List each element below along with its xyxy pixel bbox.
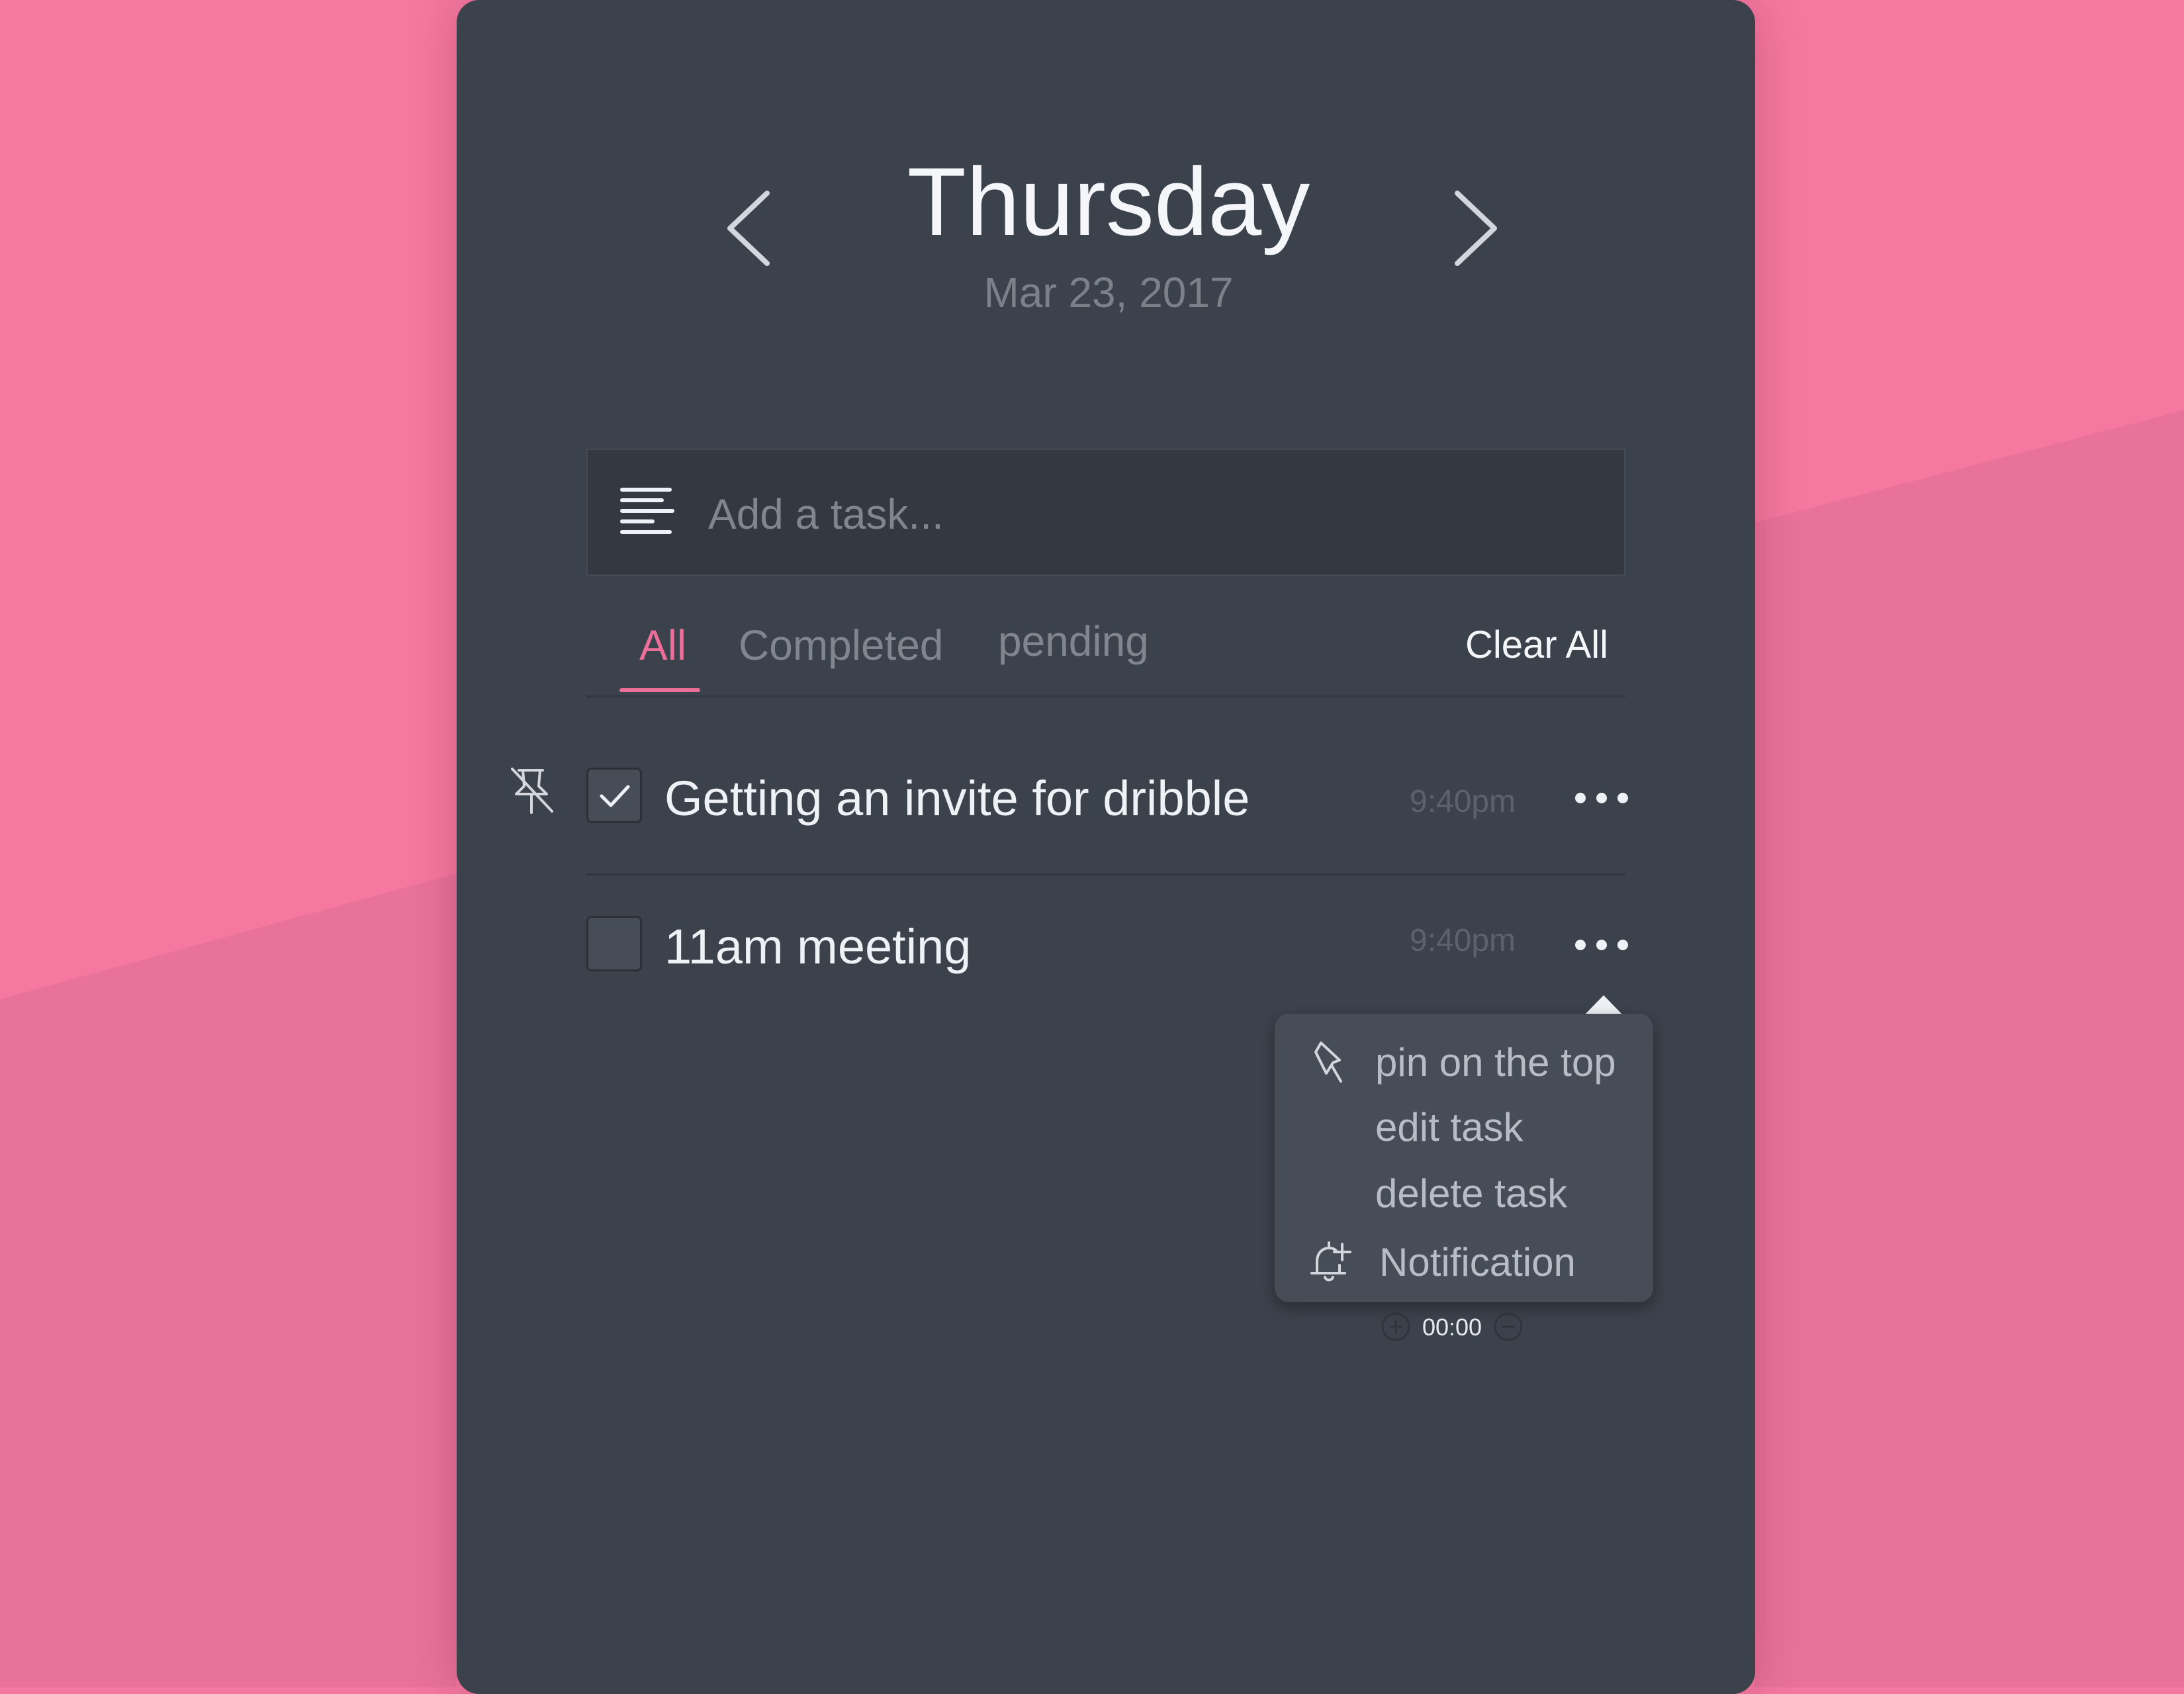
text-lines-icon [620, 488, 674, 534]
active-tab-indicator [619, 688, 700, 692]
day-title: Thursday [907, 148, 1310, 255]
menu-item-label: delete task [1375, 1171, 1568, 1216]
task-options-menu: pin on the top edit task delete task Not… [1275, 1014, 1653, 1302]
tab-all[interactable]: All [639, 615, 686, 675]
increase-time-button[interactable] [1381, 1312, 1411, 1342]
tab-pending[interactable]: pending [998, 611, 1149, 671]
notification-time-stepper: 00:00 [1381, 1308, 1659, 1347]
alarm-add-icon [1310, 1241, 1351, 1282]
menu-item-pin[interactable]: pin on the top [1275, 1030, 1653, 1093]
pushpin-icon [1314, 1042, 1342, 1083]
checkmark-icon [600, 785, 630, 807]
task-text: Getting an invite for dribble [664, 771, 1250, 826]
task-checkbox[interactable] [586, 916, 642, 971]
clear-all-button[interactable]: Clear All [1465, 615, 1608, 675]
task-divider [586, 873, 1625, 875]
decrease-time-button[interactable] [1493, 1312, 1524, 1342]
menu-item-edit[interactable]: edit task [1275, 1094, 1653, 1158]
more-dots-icon [1575, 793, 1628, 803]
task-time: 9:40pm [1410, 923, 1516, 958]
task-checkbox[interactable] [586, 768, 642, 823]
chevron-right-icon [1455, 191, 1497, 266]
add-task-input[interactable] [707, 476, 1590, 552]
unpin-icon[interactable] [510, 766, 556, 817]
next-day-button[interactable] [1443, 179, 1509, 278]
tabs-divider [586, 695, 1625, 697]
menu-item-label: pin on the top [1375, 1040, 1616, 1085]
date-label: Mar 23, 2017 [983, 269, 1234, 316]
task-time: 9:40pm [1410, 784, 1516, 819]
menu-item-label: edit task [1375, 1105, 1524, 1149]
task-text: 11am meeting [664, 919, 972, 974]
menu-item-delete[interactable]: delete task [1275, 1161, 1653, 1224]
more-options-button[interactable] [1569, 925, 1635, 965]
todo-card: Thursday Mar 23, 2017 All Completed pend… [457, 0, 1755, 1694]
tab-completed[interactable]: Completed [739, 615, 944, 675]
more-options-button[interactable] [1569, 780, 1635, 819]
add-task-box [586, 449, 1625, 576]
notification-time-value: 00:00 [1422, 1314, 1482, 1341]
menu-item-notification[interactable]: Notification [1275, 1229, 1653, 1293]
menu-item-label: Notification [1379, 1240, 1576, 1284]
more-dots-icon [1575, 940, 1628, 950]
